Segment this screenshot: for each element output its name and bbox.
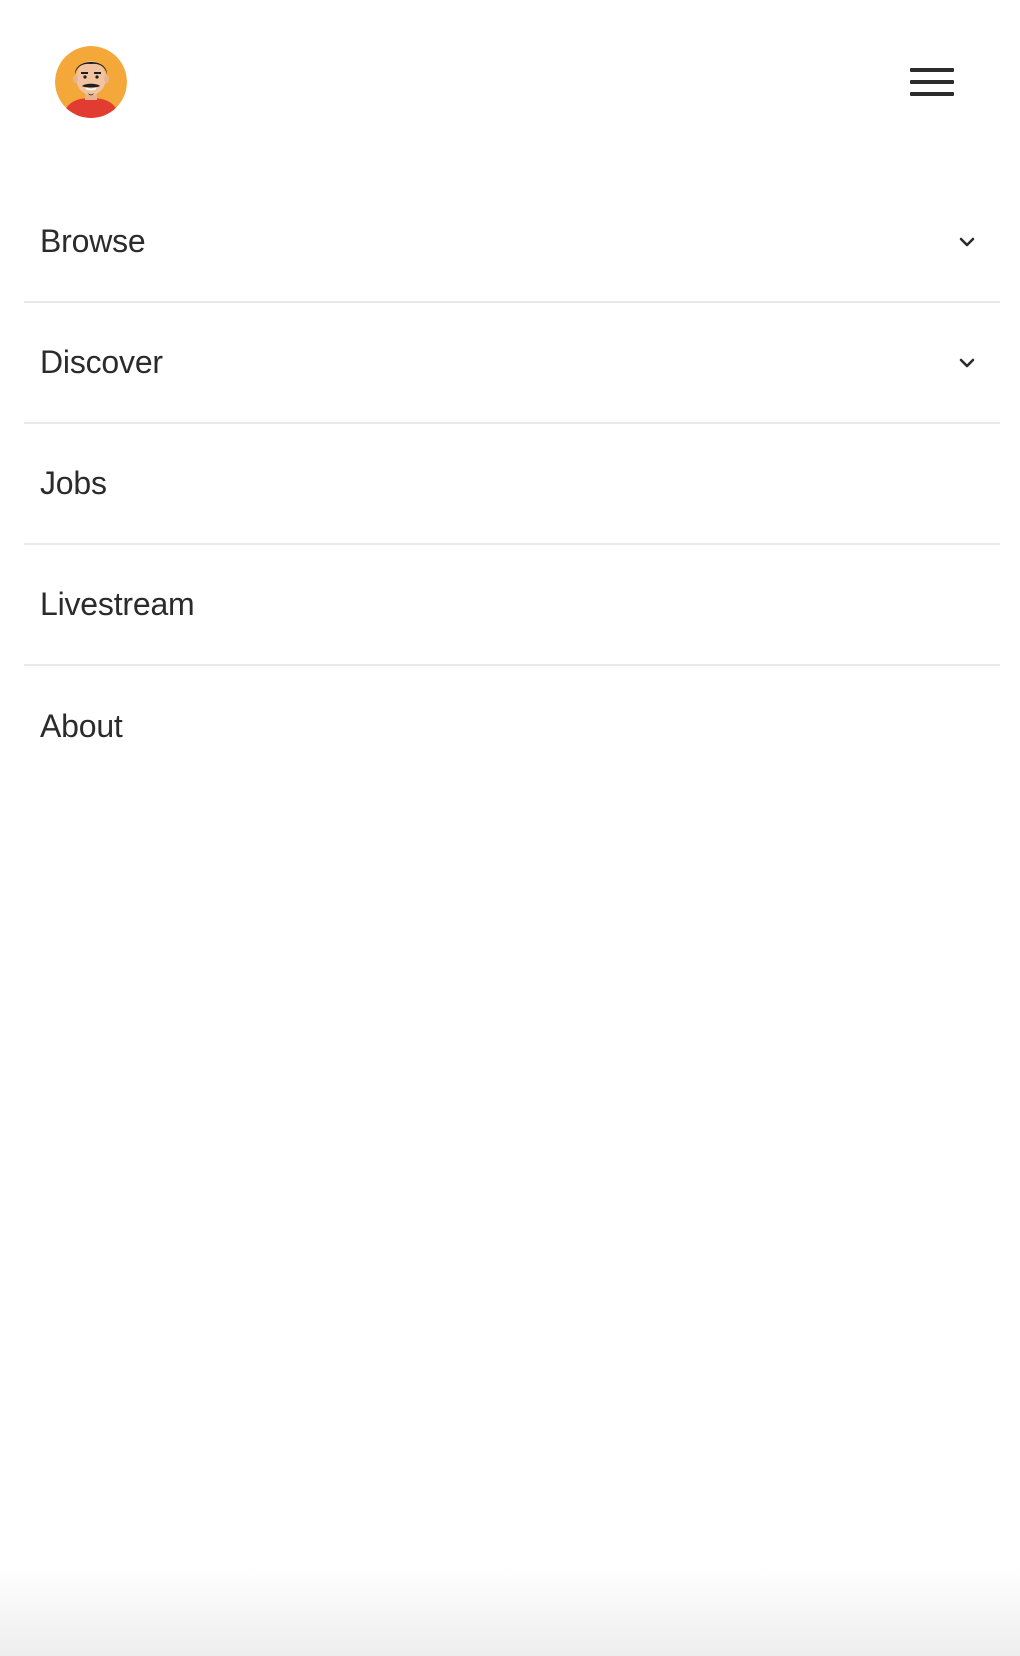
nav-item-label: Livestream [40, 586, 195, 622]
nav-item-livestream[interactable]: Livestream [24, 545, 1000, 666]
avatar[interactable] [55, 46, 127, 118]
chevron-down-icon[interactable] [956, 231, 978, 253]
hamburger-bar [910, 92, 954, 96]
hamburger-bar [910, 68, 954, 72]
chevron-down-icon[interactable] [956, 352, 978, 374]
nav-item-label: About [40, 708, 123, 744]
nav-item-label: Browse [40, 223, 146, 259]
nav-item-browse[interactable]: Browse [24, 182, 1000, 303]
nav-item-discover[interactable]: Discover [24, 303, 1000, 424]
avatar-cartoon-face-icon [55, 46, 127, 118]
mobile-menu-page: Browse Discover Jobs Livestream About [0, 0, 1020, 1656]
hamburger-bar [910, 80, 954, 84]
bottom-shadow [0, 1566, 1020, 1656]
nav-item-label: Jobs [40, 465, 107, 501]
nav-item-label: Discover [40, 344, 163, 380]
hamburger-menu-button[interactable] [900, 60, 964, 104]
nav-menu: Browse Discover Jobs Livestream About [24, 182, 1000, 787]
header [0, 0, 1020, 170]
nav-item-about[interactable]: About [24, 666, 1000, 787]
nav-item-jobs[interactable]: Jobs [24, 424, 1000, 545]
